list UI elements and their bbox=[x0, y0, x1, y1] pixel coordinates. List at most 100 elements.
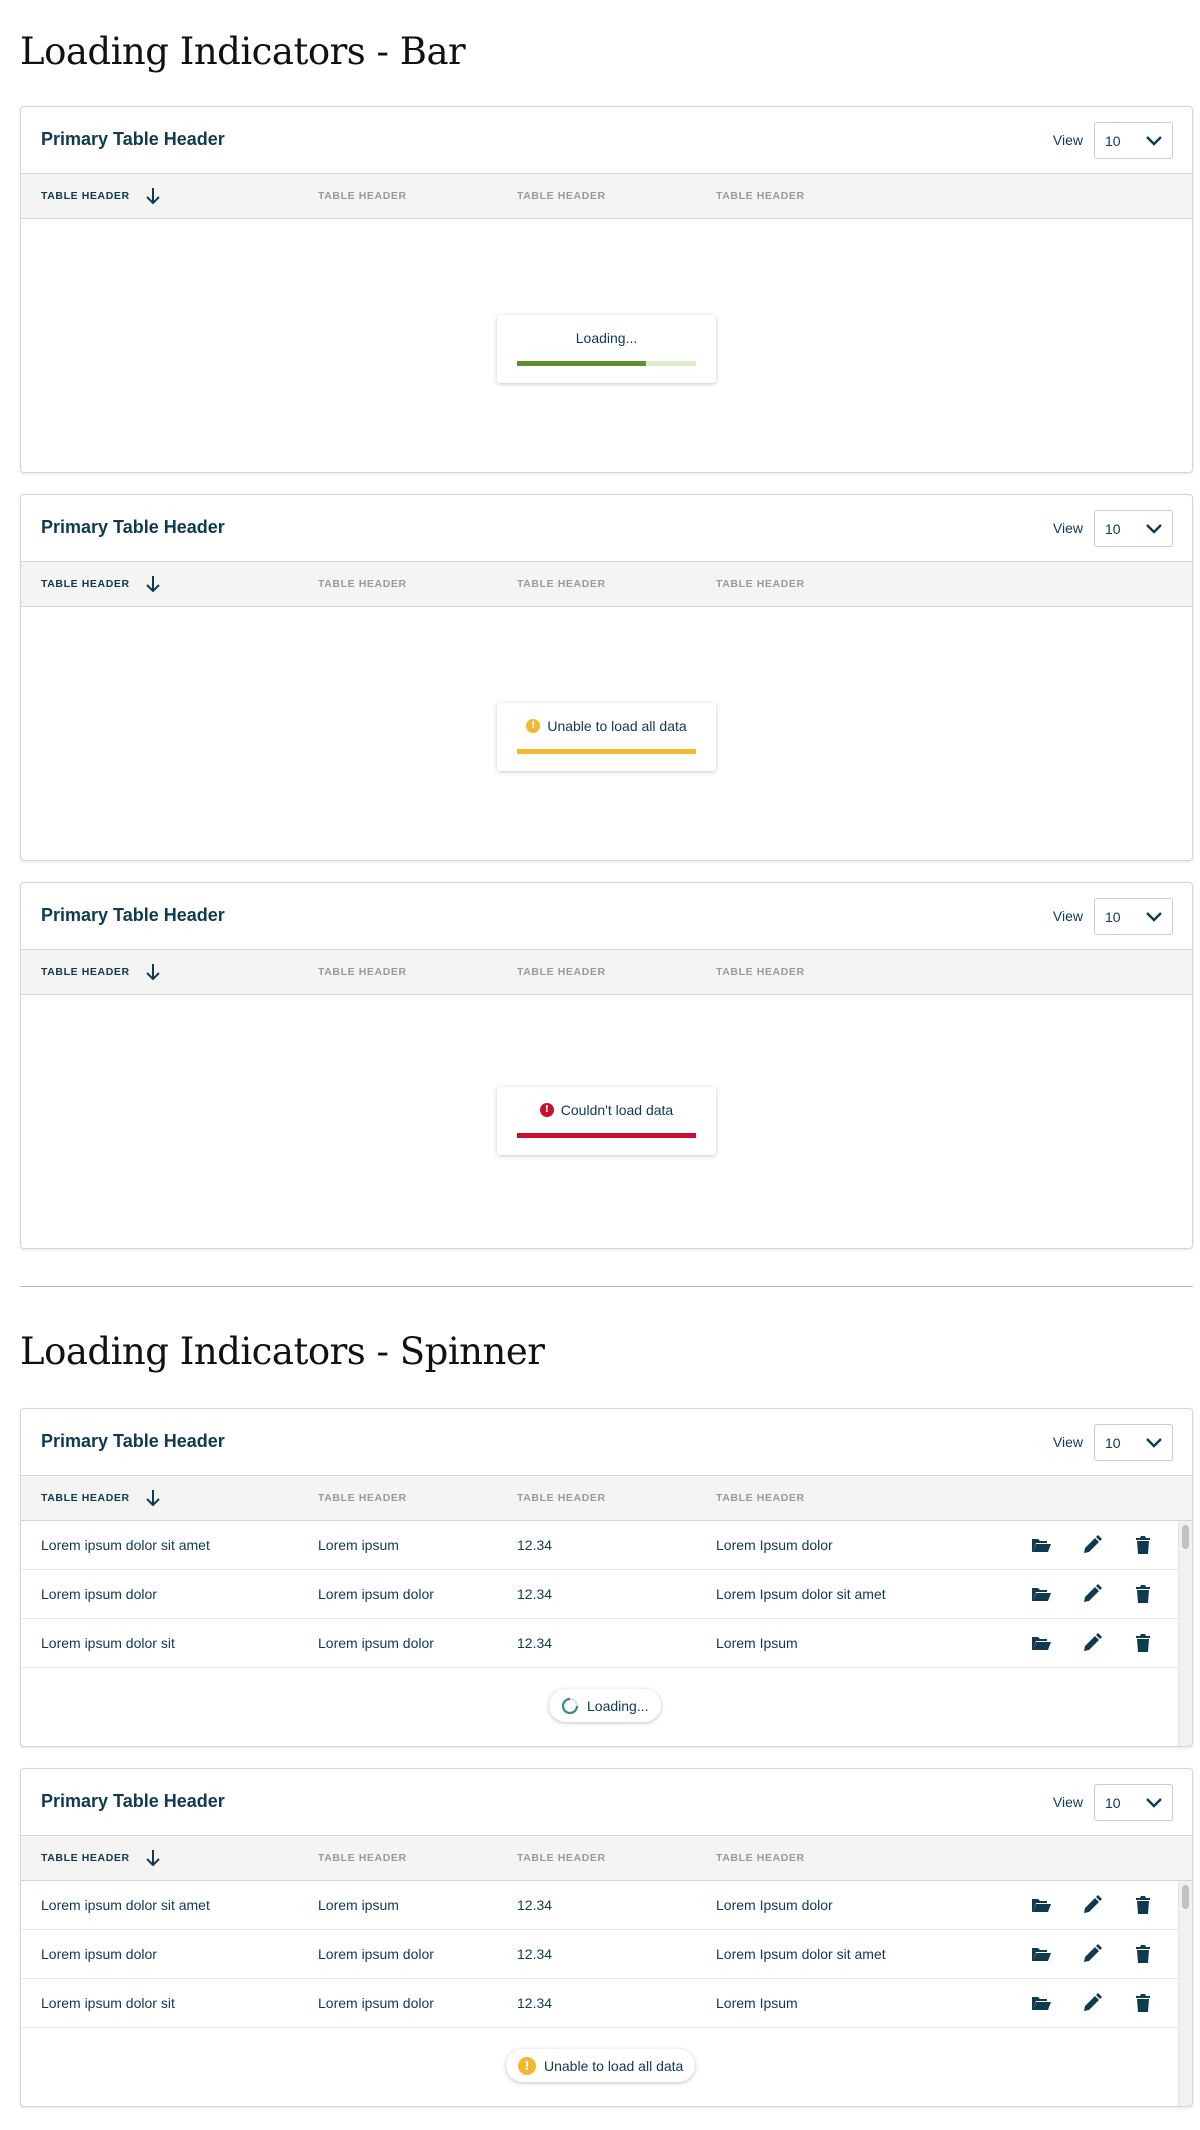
chevron-down-icon bbox=[1146, 1798, 1162, 1808]
pencil-icon[interactable] bbox=[1081, 1632, 1103, 1654]
table-cell: Lorem Ipsum dolor sit amet bbox=[716, 1586, 886, 1602]
view-label: View bbox=[1052, 132, 1083, 148]
table-card-header: Primary Table Header View 10 bbox=[21, 1769, 1192, 1835]
table-card-error-bar: Primary Table Header View 10 TABLE HEADE… bbox=[20, 882, 1193, 1249]
rows-per-page-select[interactable]: 10 bbox=[1094, 510, 1173, 547]
column-header-sortable[interactable]: TABLE HEADER bbox=[41, 1852, 130, 1864]
table-cell: Lorem ipsum bbox=[318, 1897, 399, 1913]
folder-open-icon[interactable] bbox=[1030, 1583, 1052, 1605]
table-title: Primary Table Header bbox=[41, 905, 225, 925]
column-header[interactable]: TABLE HEADER bbox=[318, 966, 407, 978]
error-message: ! Couldn't load data bbox=[497, 1102, 716, 1118]
table-cell: Lorem Ipsum bbox=[716, 1635, 798, 1651]
table-cell: Lorem Ipsum bbox=[716, 1995, 798, 2011]
trash-icon[interactable] bbox=[1132, 1632, 1154, 1654]
column-header[interactable]: TABLE HEADER bbox=[318, 1852, 407, 1864]
table-cell: Lorem ipsum dolor bbox=[41, 1586, 157, 1602]
scrollbar[interactable] bbox=[1178, 1881, 1192, 2106]
rows-per-page-value: 10 bbox=[1105, 133, 1121, 149]
rows-per-page-select[interactable]: 10 bbox=[1094, 898, 1173, 935]
column-header[interactable]: TABLE HEADER bbox=[716, 578, 805, 590]
trash-icon[interactable] bbox=[1132, 1894, 1154, 1916]
column-header-sortable[interactable]: TABLE HEADER bbox=[41, 966, 130, 978]
table-card-header: Primary Table Header View 10 bbox=[21, 883, 1192, 949]
table-body-empty: Loading... bbox=[21, 219, 1192, 472]
table-cell: 12.34 bbox=[517, 1897, 553, 1913]
warning-icon: ! bbox=[518, 2056, 536, 2075]
pencil-icon[interactable] bbox=[1081, 1583, 1103, 1605]
column-header[interactable]: TABLE HEADER bbox=[517, 1492, 606, 1504]
arrow-down-icon[interactable] bbox=[145, 962, 161, 982]
table-cell: Lorem ipsum dolor sit bbox=[41, 1995, 175, 2011]
rows-per-page-select[interactable]: 10 bbox=[1094, 1424, 1173, 1461]
scrollbar-thumb[interactable] bbox=[1182, 1885, 1189, 1909]
table-row[interactable]: Lorem ipsum dolor sit amet Lorem ipsum 1… bbox=[21, 1881, 1192, 1930]
table-cell: Lorem ipsum bbox=[318, 1537, 399, 1553]
column-header[interactable]: TABLE HEADER bbox=[318, 190, 407, 202]
view-label: View bbox=[1052, 520, 1083, 536]
warning-status-pill: ! Unable to load all data bbox=[506, 2049, 696, 2082]
error-message-text: Couldn't load data bbox=[560, 1102, 674, 1118]
column-header-sortable[interactable]: TABLE HEADER bbox=[41, 578, 130, 590]
scrollbar-thumb[interactable] bbox=[1182, 1525, 1189, 1549]
folder-open-icon[interactable] bbox=[1030, 1992, 1052, 2014]
column-header-sortable[interactable]: TABLE HEADER bbox=[41, 190, 130, 202]
column-header[interactable]: TABLE HEADER bbox=[716, 966, 805, 978]
folder-open-icon[interactable] bbox=[1030, 1534, 1052, 1556]
arrow-down-icon[interactable] bbox=[145, 1488, 161, 1508]
table-row[interactable]: Lorem ipsum dolor sit Lorem ipsum dolor … bbox=[21, 1979, 1192, 2028]
trash-icon[interactable] bbox=[1132, 1583, 1154, 1605]
trash-icon[interactable] bbox=[1132, 1992, 1154, 2014]
table-row[interactable]: Lorem ipsum dolor sit amet Lorem ipsum 1… bbox=[21, 1521, 1192, 1570]
view-label: View bbox=[1052, 1434, 1083, 1450]
column-header[interactable]: TABLE HEADER bbox=[716, 1852, 805, 1864]
loading-status-box: Loading... bbox=[497, 315, 716, 383]
table-row[interactable]: Lorem ipsum dolor Lorem ipsum dolor 12.3… bbox=[21, 1570, 1192, 1619]
table-header-row: TABLE HEADER TABLE HEADER TABLE HEADER T… bbox=[21, 949, 1192, 995]
column-header[interactable]: TABLE HEADER bbox=[517, 190, 606, 202]
column-header[interactable]: TABLE HEADER bbox=[517, 578, 606, 590]
table-title: Primary Table Header bbox=[41, 1431, 225, 1451]
table-cell: 12.34 bbox=[517, 1995, 553, 2011]
column-header[interactable]: TABLE HEADER bbox=[716, 190, 805, 202]
table-cell: Lorem ipsum dolor bbox=[318, 1635, 434, 1651]
table-cell: Lorem ipsum dolor bbox=[318, 1586, 434, 1602]
folder-open-icon[interactable] bbox=[1030, 1943, 1052, 1965]
arrow-down-icon[interactable] bbox=[145, 574, 161, 594]
chevron-down-icon bbox=[1146, 136, 1162, 146]
progress-fill bbox=[517, 361, 646, 366]
table-cell: Lorem ipsum dolor bbox=[318, 1946, 434, 1962]
table-body: Lorem ipsum dolor sit amet Lorem ipsum 1… bbox=[21, 1881, 1192, 2106]
pencil-icon[interactable] bbox=[1081, 1943, 1103, 1965]
table-cell: Lorem ipsum dolor bbox=[318, 1995, 434, 2011]
pencil-icon[interactable] bbox=[1081, 1894, 1103, 1916]
table-cell: 12.34 bbox=[517, 1946, 553, 1962]
arrow-down-icon[interactable] bbox=[145, 1848, 161, 1868]
trash-icon[interactable] bbox=[1132, 1534, 1154, 1556]
spinner-icon bbox=[561, 1697, 579, 1714]
pencil-icon[interactable] bbox=[1081, 1992, 1103, 2014]
scrollbar[interactable] bbox=[1178, 1521, 1192, 1746]
rows-per-page-value: 10 bbox=[1105, 1795, 1121, 1811]
column-header[interactable]: TABLE HEADER bbox=[318, 1492, 407, 1504]
table-header-row: TABLE HEADER TABLE HEADER TABLE HEADER T… bbox=[21, 1835, 1192, 1881]
rows-per-page-select[interactable]: 10 bbox=[1094, 122, 1173, 159]
table-row[interactable]: Lorem ipsum dolor Lorem ipsum dolor 12.3… bbox=[21, 1930, 1192, 1979]
column-header[interactable]: TABLE HEADER bbox=[517, 1852, 606, 1864]
warning-status-box: ! Unable to load all data bbox=[497, 703, 716, 771]
arrow-down-icon[interactable] bbox=[145, 186, 161, 206]
chevron-down-icon bbox=[1146, 912, 1162, 922]
folder-open-icon[interactable] bbox=[1030, 1632, 1052, 1654]
table-body-empty: ! Couldn't load data bbox=[21, 995, 1192, 1248]
chevron-down-icon bbox=[1146, 1438, 1162, 1448]
folder-open-icon[interactable] bbox=[1030, 1894, 1052, 1916]
table-header-row: TABLE HEADER TABLE HEADER TABLE HEADER T… bbox=[21, 173, 1192, 219]
pencil-icon[interactable] bbox=[1081, 1534, 1103, 1556]
column-header[interactable]: TABLE HEADER bbox=[318, 578, 407, 590]
rows-per-page-select[interactable]: 10 bbox=[1094, 1784, 1173, 1821]
column-header-sortable[interactable]: TABLE HEADER bbox=[41, 1492, 130, 1504]
trash-icon[interactable] bbox=[1132, 1943, 1154, 1965]
table-row[interactable]: Lorem ipsum dolor sit Lorem ipsum dolor … bbox=[21, 1619, 1192, 1668]
column-header[interactable]: TABLE HEADER bbox=[716, 1492, 805, 1504]
column-header[interactable]: TABLE HEADER bbox=[517, 966, 606, 978]
